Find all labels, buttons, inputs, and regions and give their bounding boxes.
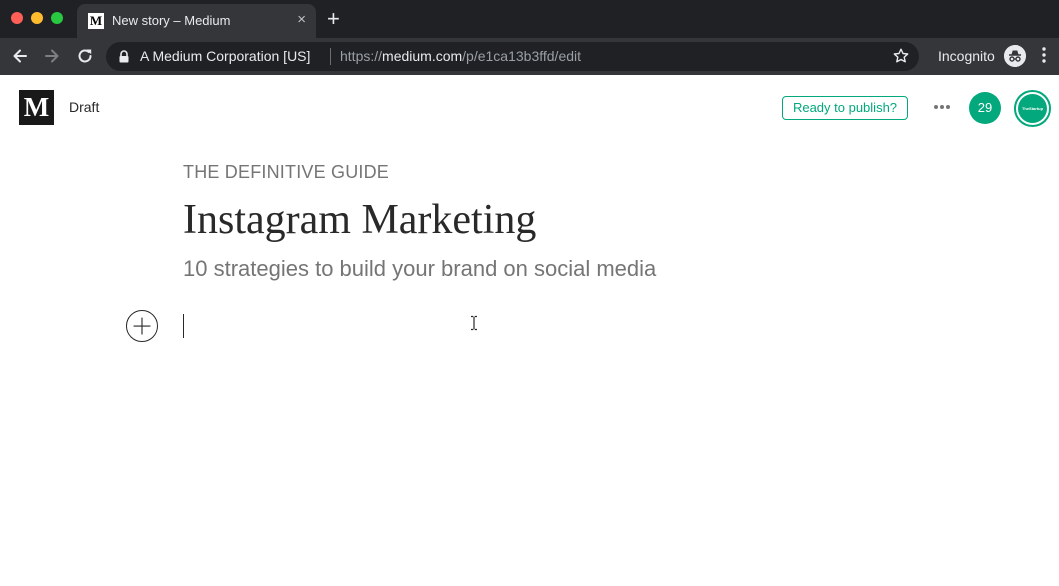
window-close-button[interactable] (11, 12, 23, 24)
lock-icon (119, 50, 129, 63)
ready-to-publish-button[interactable]: Ready to publish? (782, 96, 908, 120)
tab-title: New story – Medium (112, 13, 231, 28)
browser-toolbar: A Medium Corporation [US] https://medium… (0, 38, 1059, 75)
ibeam-cursor-icon (471, 315, 477, 331)
site-identity-label[interactable]: A Medium Corporation [US] (140, 48, 310, 64)
draft-status-label: Draft (69, 99, 100, 115)
window-zoom-button[interactable] (51, 12, 63, 24)
url-text[interactable]: https://medium.com/p/e1ca13b3ffd/edit (340, 48, 581, 64)
medium-favicon-icon: M (88, 13, 104, 29)
url-host: medium.com (382, 48, 463, 64)
browser-tab-active[interactable]: M New story – Medium × (77, 4, 316, 38)
star-icon[interactable] (892, 47, 910, 65)
text-caret (183, 314, 184, 338)
incognito-icon[interactable] (1004, 45, 1026, 67)
browser-tab-bar: M New story – Medium × + (0, 0, 1059, 38)
arrow-left-icon[interactable] (10, 46, 30, 66)
story-kicker[interactable]: THE DEFINITIVE GUIDE (183, 162, 389, 183)
kebab-menu-icon[interactable] (1041, 46, 1047, 64)
story-subtitle[interactable]: 10 strategies to build your brand on soc… (183, 256, 656, 282)
reload-icon[interactable] (75, 46, 95, 66)
incognito-label: Incognito (938, 48, 995, 64)
avatar-logo-text: TheStartup (1018, 94, 1047, 123)
arrow-right-icon[interactable] (42, 46, 62, 66)
address-bar[interactable]: A Medium Corporation [US] https://medium… (106, 42, 919, 71)
more-dots-icon[interactable] (930, 100, 954, 114)
story-title[interactable]: Instagram Marketing (183, 196, 536, 244)
notification-count-badge[interactable]: 29 (969, 92, 1001, 124)
avatar[interactable]: TheStartup (1014, 90, 1051, 127)
url-scheme: https:// (340, 48, 383, 64)
address-separator (330, 48, 331, 65)
url-path: /p/e1ca13b3ffd/edit (462, 48, 582, 64)
tab-close-icon[interactable]: × (297, 11, 306, 29)
medium-logo[interactable]: M (19, 90, 54, 125)
window-minimize-button[interactable] (31, 12, 43, 24)
plus-circle-icon[interactable] (126, 310, 158, 342)
new-tab-button[interactable]: + (327, 7, 340, 31)
